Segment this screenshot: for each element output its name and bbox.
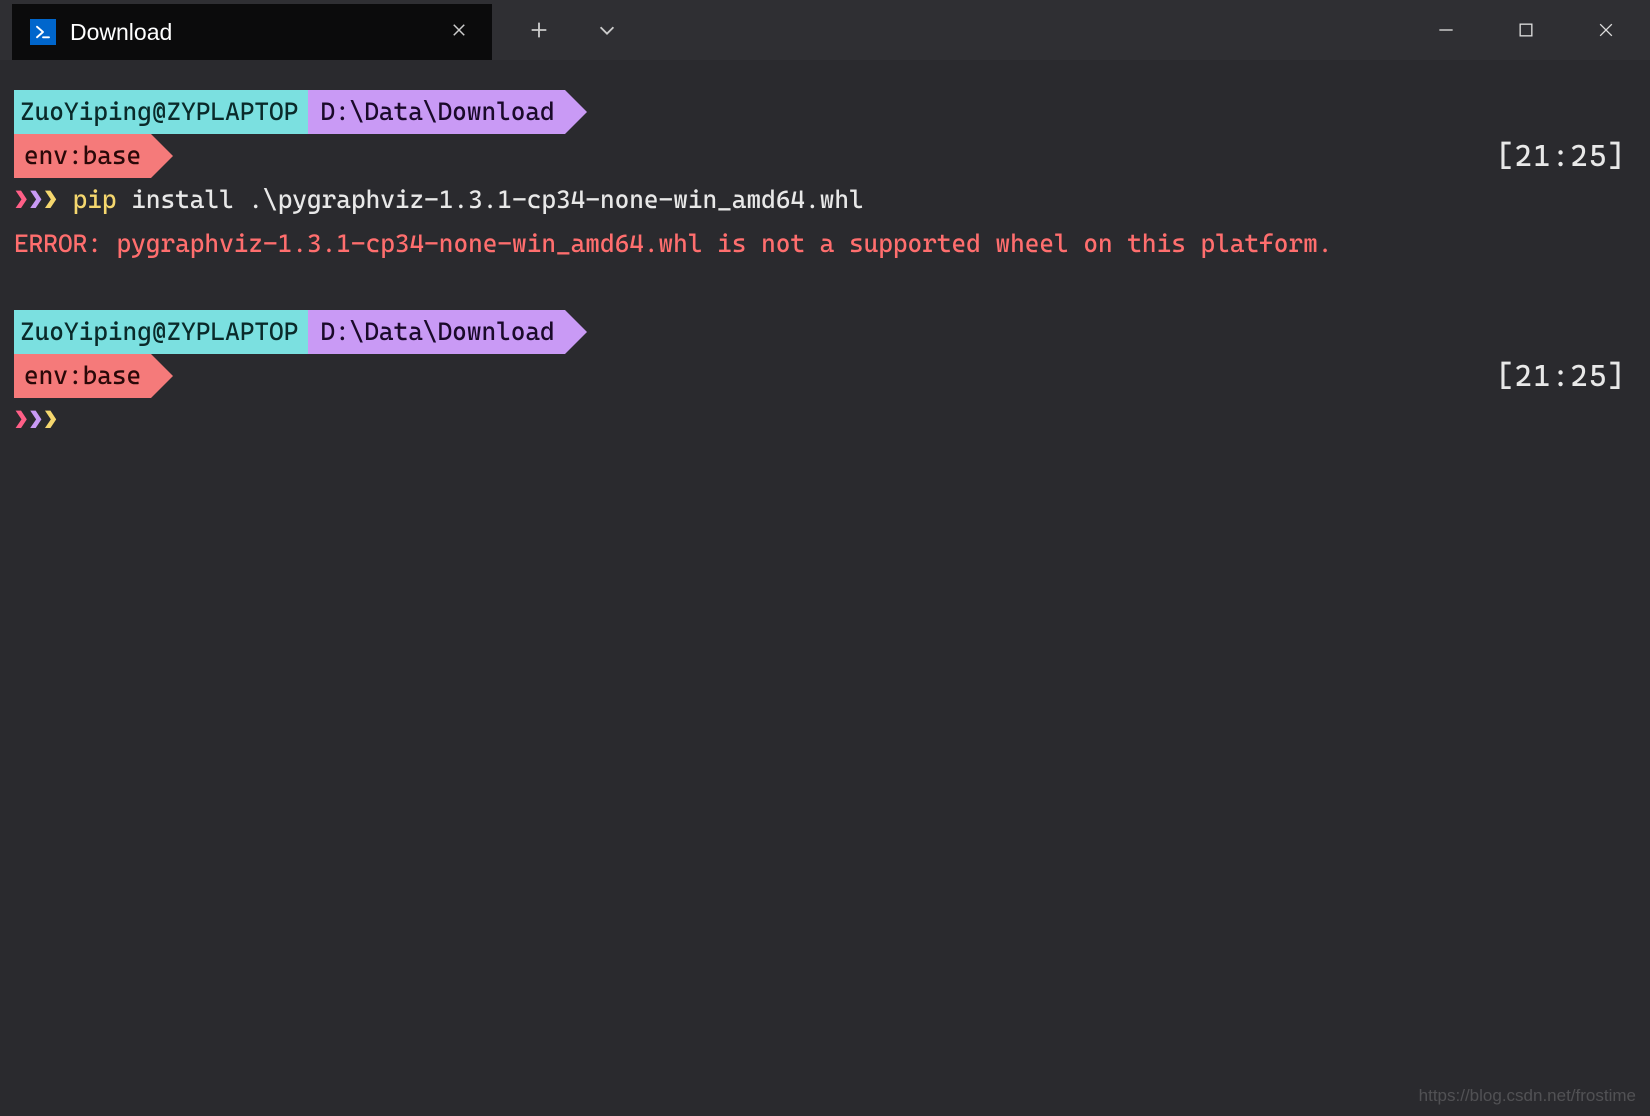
env-time-row: env:base [21:25]: [14, 134, 1636, 178]
close-tab-button[interactable]: [444, 14, 474, 50]
env-time-row: env:base [21:25]: [14, 354, 1636, 398]
close-window-button[interactable]: [1596, 20, 1616, 40]
titlebar: Download: [0, 0, 1650, 60]
command-line[interactable]: ❯❯❯: [14, 398, 1636, 442]
error-output: ERROR: pygraphviz-1.3.1-cp34-none-win_am…: [14, 222, 1636, 266]
user-host-segment: ZuoYiping@ZYPLAPTOP: [14, 310, 308, 354]
minimize-button[interactable]: [1436, 20, 1456, 40]
maximize-button[interactable]: [1516, 20, 1536, 40]
env-segment: env:base: [14, 354, 151, 398]
window-controls: [1436, 20, 1650, 40]
terminal-body[interactable]: ZuoYiping@ZYPLAPTOP D:\Data\Download env…: [0, 60, 1650, 456]
prompt-arrows: ❯❯❯: [14, 398, 58, 442]
prompt-arrows: ❯❯❯: [14, 178, 58, 222]
user-host-segment: ZuoYiping@ZYPLAPTOP: [14, 90, 308, 134]
env-segment: env:base: [14, 134, 151, 178]
new-tab-button[interactable]: [520, 13, 558, 47]
command-text: pip install .\pygraphviz-1.3.1-cp34-none…: [58, 178, 864, 222]
powershell-icon: [30, 19, 56, 45]
command-line[interactable]: ❯❯❯ pip install .\pygraphviz-1.3.1-cp34-…: [14, 178, 1636, 222]
path-segment: D:\Data\Download: [308, 90, 564, 134]
watermark: https://blog.csdn.net/frostime: [1419, 1086, 1636, 1106]
active-tab[interactable]: Download: [12, 4, 492, 60]
prompt-segments: ZuoYiping@ZYPLAPTOP D:\Data\Download: [14, 90, 1636, 134]
tab-dropdown-button[interactable]: [588, 13, 626, 47]
titlebar-controls: [492, 13, 654, 47]
tab-title: Download: [70, 19, 430, 46]
prompt-segments: ZuoYiping@ZYPLAPTOP D:\Data\Download: [14, 310, 1636, 354]
time-badge: [21:25]: [1496, 359, 1636, 394]
time-badge: [21:25]: [1496, 139, 1636, 174]
path-segment: D:\Data\Download: [308, 310, 564, 354]
